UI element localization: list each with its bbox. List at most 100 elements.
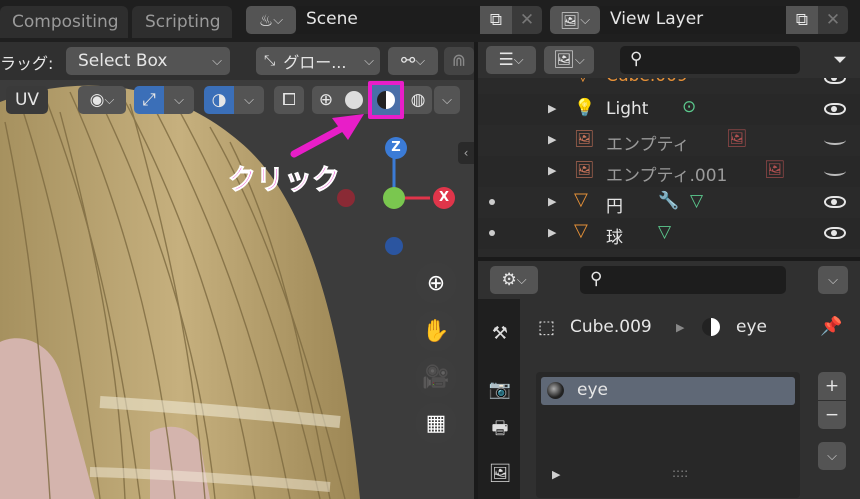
view-layer-field[interactable]: View Layer [600,6,786,34]
outliner-row[interactable]: ▶ 🖼 エンプティ 🖼 [478,125,860,156]
expand-triangle-icon[interactable]: ▶ [548,195,556,208]
expand-triangle-icon[interactable]: ▶ [548,226,556,239]
outliner-row-name: エンプティ [606,135,690,155]
gizmo-z-axis[interactable]: Z [385,137,407,159]
add-slot-button[interactable]: + [818,372,846,400]
breadcrumb-material: eye [736,317,767,337]
pan-button[interactable]: ✋ [415,310,457,352]
tab-tool[interactable]: ⚒ [482,316,518,350]
mesh-data-icon: ▽ [658,222,672,242]
pin-icon[interactable]: 📌 [820,316,842,337]
gizmo-x-axis[interactable]: X [433,187,455,209]
gizmo-dropdown[interactable]: ⌵ [164,86,194,114]
viewport-sidebar-toggle[interactable]: ‹ [458,142,474,164]
mesh-data-icon: ▽ [690,191,704,211]
eye-closed-icon[interactable] [824,135,846,145]
eye-icon[interactable] [824,227,846,239]
snap-toggle[interactable]: ⋒ [444,47,474,75]
eye-icon[interactable] [824,103,846,115]
image-data-icon: 🖼 [764,160,786,180]
outliner-row-name: Light [606,99,649,119]
outliner-search-input[interactable]: ⚲ [620,46,800,74]
outliner-row[interactable]: ▶ ▽ 球 ▽ [478,218,860,249]
new-view-layer-button[interactable]: ⧉ [786,6,818,34]
outliner-row[interactable]: ▽ Cube.009 [478,78,860,94]
visibility-dropdown[interactable]: ◉ ⌵ [78,86,126,114]
properties-options-dropdown[interactable]: ⌵ [818,266,848,294]
expand-triangle-icon[interactable]: ▶ [548,102,556,115]
tab-compositing[interactable]: Compositing [0,6,128,38]
chevron-down-icon: ⌵ [415,53,426,69]
chevron-down-icon: ⌵ [513,52,524,68]
zoom-button[interactable]: ⊕ [415,262,457,304]
new-scene-button[interactable]: ⧉ [480,6,512,34]
view-layer-type-dropdown[interactable]: 🖼 ⌵ [550,6,600,34]
outliner-row[interactable]: ▶ 💡 Light ⊙ [478,94,860,125]
eye-icon: ◉ [89,90,105,110]
view-layer-name: View Layer [610,9,704,29]
expand-triangle-icon[interactable]: ▶ [548,164,556,177]
properties-search-input[interactable]: ⚲ [580,266,786,294]
uv-menu[interactable]: UV [6,86,48,114]
pivot-dropdown[interactable]: ⚯ ⌵ [388,47,438,75]
image-data-icon: 🖼 [726,129,748,149]
tab-label: Compositing [12,12,119,32]
overlay-dropdown[interactable]: ⌵ [234,86,264,114]
delete-scene-button[interactable]: ✕ [512,6,542,34]
tab-render[interactable]: 📷 [482,372,518,406]
tab-view-layer[interactable]: 🖼 [482,456,518,490]
outliner-row-partial[interactable] [478,249,860,257]
empty-icon: 🖼 [574,160,595,179]
eye-icon[interactable] [824,196,846,208]
chevron-down-icon: ⌵ [364,53,374,69]
eye-closed-icon[interactable] [824,166,846,176]
outliner-filter-mode[interactable]: 🖼 ⌵ [544,46,594,74]
tab-output[interactable]: 🖶 [482,414,518,448]
list-resize-handle[interactable]: :::: [672,466,688,480]
minus-icon: − [824,405,840,425]
gizmo-y-axis[interactable] [383,187,405,209]
outliner-row-name: 球 [606,228,623,248]
gizmo-toggle[interactable]: ⤢ [134,86,164,114]
outliner-row[interactable]: ▶ 🖼 エンプティ.001 🖼 [478,156,860,187]
uv-label: UV [14,90,40,110]
axis-gizmo[interactable] [330,132,430,262]
pivot-icon: ⚯ [400,51,416,71]
gizmo-icon: ⤢ [142,90,156,110]
annotation-label: クリック [227,163,341,197]
outliner-display-mode[interactable]: ☰ ⌵ [486,46,536,74]
shading-dropdown[interactable]: ⌵ [434,86,460,114]
expand-triangle-icon[interactable]: ▶ [548,133,556,146]
tool-icon: ⚒ [491,322,509,344]
ortho-toggle-button[interactable]: ▦ [415,402,457,444]
outliner-row[interactable]: ▶ ▽ 円 🔧 ▽ [478,187,860,218]
chevron-down-icon: ⌵ [516,272,527,288]
slot-specials-dropdown[interactable]: ⌵ [818,442,846,470]
transform-orientation-label: グロー... [283,53,347,72]
tab-scripting[interactable]: Scripting [132,6,232,38]
grid-icon: ▦ [425,410,447,436]
mesh-icon: ▽ [574,189,588,210]
outliner-filter-button[interactable]: ⏷ [826,46,854,74]
properties-editor-icon: ⚙ [501,270,517,290]
scene-name: Scene [306,9,358,29]
editor-type-dropdown[interactable]: ⚙ ⌵ [490,266,538,294]
select-mode-label: Select Box [78,51,168,71]
overlay-icon: ◑ [211,90,227,110]
shading-rendered-button[interactable]: ◍ [404,86,432,114]
outliner-row-name: Cube.009 [606,78,688,86]
eye-icon[interactable] [824,78,846,84]
delete-view-layer-button[interactable]: ✕ [818,6,848,34]
transform-orientation-dropdown[interactable]: ⤡ グロー... ⌵ [256,47,380,75]
remove-slot-button[interactable]: − [818,401,846,429]
select-mode-dropdown[interactable]: Select Box ⌵ [66,47,230,75]
camera-view-button[interactable]: 🎥 [415,356,457,398]
light-data-icon: ⊙ [682,97,697,117]
scene-name-field[interactable]: Scene [296,6,480,34]
mesh-icon: ▽ [576,78,590,85]
material-slot-item[interactable]: eye [541,377,795,405]
scene-type-dropdown[interactable]: ♨ ⌵ [246,6,296,34]
expand-filter-icon[interactable]: ▶ [552,468,560,481]
overlay-toggle[interactable]: ◑ [204,86,234,114]
scene-icon: ♨ [258,10,274,30]
